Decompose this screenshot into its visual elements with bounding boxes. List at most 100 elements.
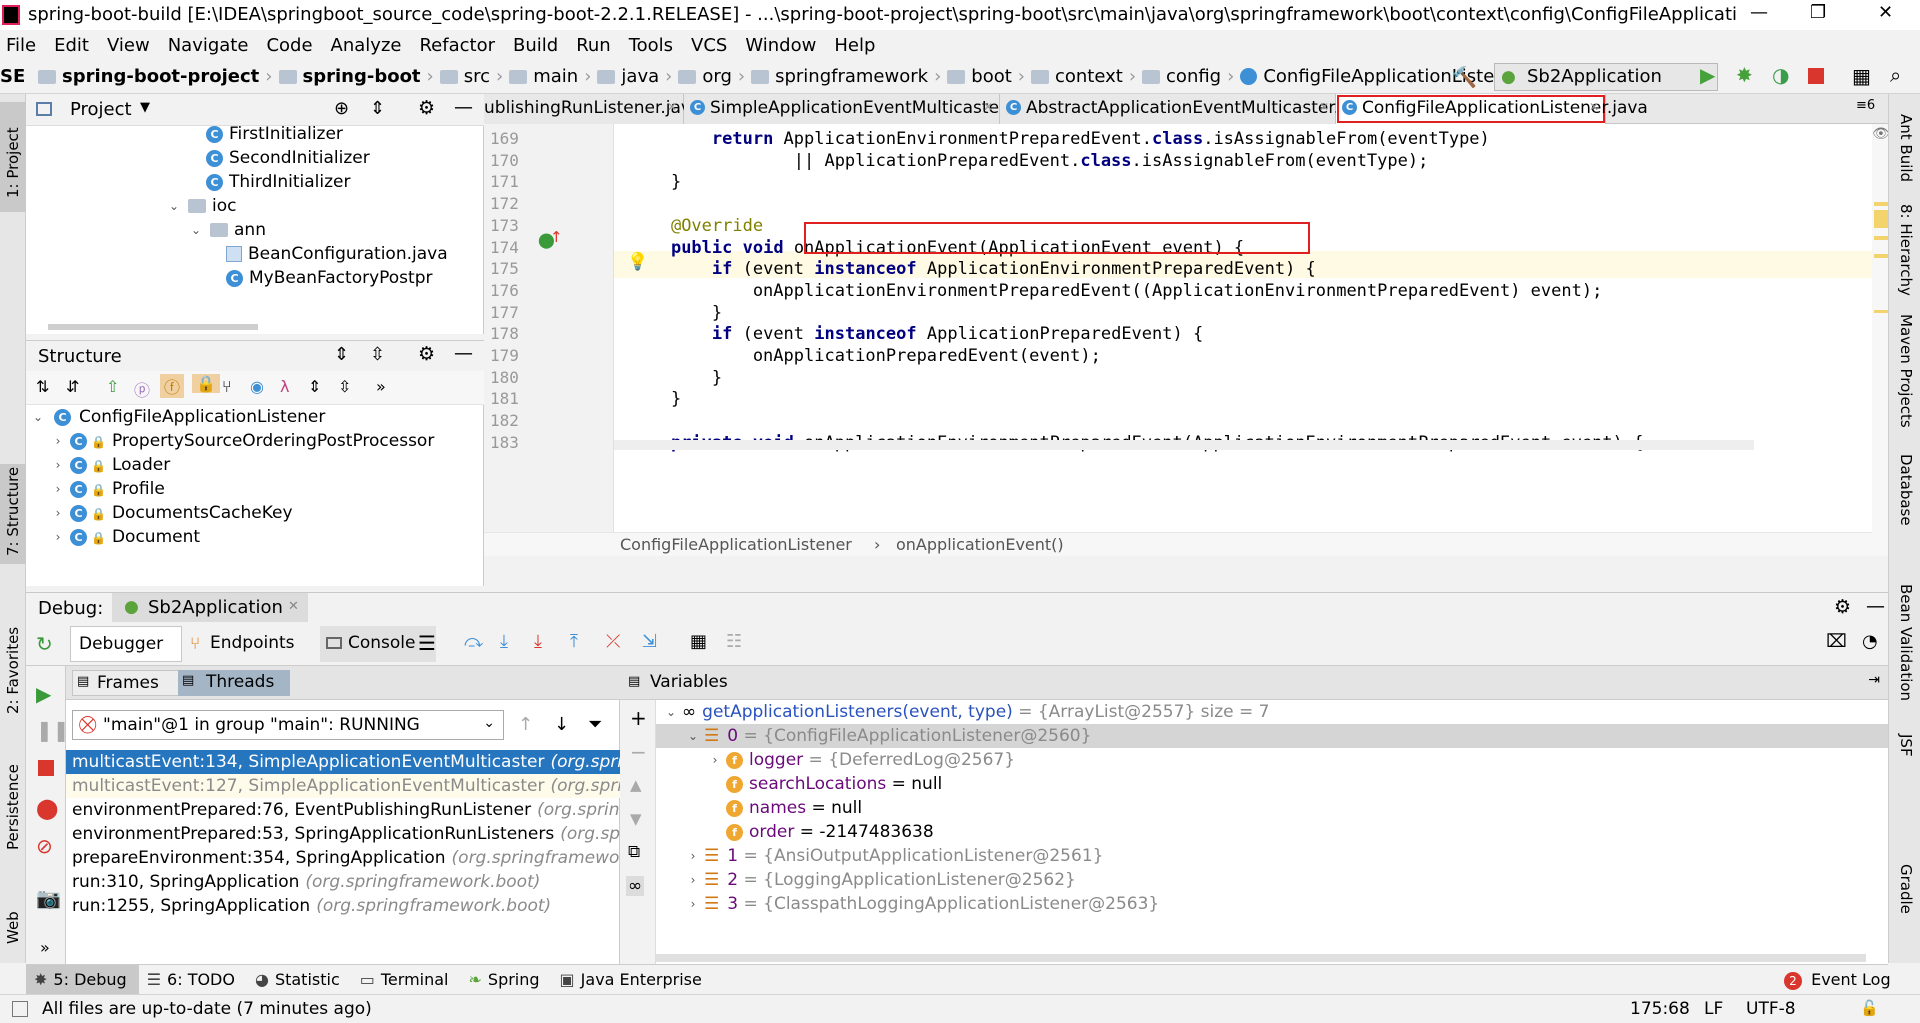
tool-window-database[interactable]: Database (1897, 454, 1915, 526)
tree-item[interactable]: C FirstInitializer (26, 122, 484, 146)
variable-row[interactable]: › ☰ 3 = {ClasspathLoggingApplicationListen… (656, 892, 1888, 916)
chevron-right-icon[interactable]: › (50, 525, 66, 549)
close-icon[interactable]: ✕ (667, 100, 677, 114)
tool-6-todo[interactable]: ☰ 6: TODO (139, 965, 247, 995)
breadcrumb-item[interactable]: spring-boot-project › (38, 66, 273, 87)
resume-icon[interactable]: ▶ (36, 682, 51, 706)
tab-frames[interactable]: ▤ Frames (72, 670, 180, 696)
chevron-down-icon[interactable]: ⌄ (682, 724, 704, 748)
chevron-down-icon[interactable]: ▼ (140, 100, 150, 115)
tool-terminal[interactable]: ▭ Terminal (352, 965, 461, 995)
tool-5-debug[interactable]: ✸ 5: Debug (26, 965, 139, 995)
tree-item[interactable]: ⌄ ioc (26, 194, 484, 218)
structure-item[interactable]: › C 🔒 Loader (26, 453, 484, 477)
build-icon[interactable]: 🔨 (1452, 65, 1477, 89)
camera-icon[interactable]: 📷 (36, 886, 61, 910)
expand-icon[interactable]: ⇕ (308, 377, 321, 396)
tool-window-project[interactable]: 1: Project (0, 102, 26, 212)
tool-window-8-hierarchy[interactable]: 8: Hierarchy (1897, 204, 1915, 296)
gear-icon[interactable]: ⚙ (418, 343, 435, 365)
lightbulb-icon[interactable]: 💡 (627, 252, 648, 272)
project-structure-icon[interactable]: ▦ (1852, 64, 1871, 88)
breadcrumb-item[interactable]: boot › (947, 66, 1025, 87)
menu-view[interactable]: View (107, 35, 150, 56)
close-icon[interactable]: ✕ (983, 100, 993, 114)
structure-root[interactable]: ⌄ C ConfigFileApplicationListener (26, 405, 484, 429)
close-button[interactable]: ✕ (1878, 2, 1893, 23)
collapse-icon[interactable]: ⇕ (370, 98, 385, 119)
fields-icon[interactable]: ⓕ (160, 374, 185, 398)
restore-icon[interactable]: ⇥ (1868, 672, 1880, 688)
close-icon[interactable]: ✕ (288, 599, 299, 614)
chevron-right-icon[interactable]: › (682, 868, 704, 892)
menu-refactor[interactable]: Refactor (419, 35, 495, 56)
variable-row[interactable]: › f logger = {DeferredLog@2567} (656, 748, 1888, 772)
structure-item[interactable]: › C 🔒 Profile (26, 477, 484, 501)
frame-row[interactable]: run:1255, SpringApplication (org.springfr… (66, 894, 620, 918)
anonymous-icon[interactable]: ⑂ (222, 377, 232, 396)
tree-item[interactable]: C MyBeanFactoryPostpr (26, 266, 484, 290)
tool-window-jsf[interactable]: JSF (1897, 734, 1915, 757)
variable-row[interactable]: › ☰ 1 = {AnsiOutputApplicationListener@256… (656, 844, 1888, 868)
properties-icon[interactable]: ⓟ (134, 377, 150, 401)
structure-item[interactable]: › C 🔒 Document (26, 525, 484, 549)
editor-error-stripe[interactable]: 👁 (1872, 124, 1890, 556)
breadcrumb-item[interactable]: context › (1030, 66, 1136, 87)
close-icon[interactable]: ✕ (1589, 100, 1599, 114)
inherited-icon[interactable]: ⇧ (106, 377, 119, 396)
menu-edit[interactable]: Edit (54, 35, 89, 56)
breadcrumb-item[interactable]: org › (678, 66, 745, 87)
more-icon[interactable]: » (40, 938, 50, 957)
chevron-right-icon[interactable]: › (50, 429, 66, 453)
tool-window-gradle[interactable]: Gradle (1897, 864, 1915, 914)
restore-button[interactable]: ❐ (1810, 2, 1826, 23)
tab-overflow-button[interactable]: ≡6 (1856, 98, 1875, 113)
hide-icon[interactable]: — (454, 342, 473, 364)
hide-icon[interactable]: — (454, 96, 473, 118)
line-separator[interactable]: LF (1704, 999, 1723, 1019)
breadcrumb-item[interactable]: spring-boot › (278, 66, 434, 87)
menu-file[interactable]: File (6, 35, 36, 56)
chevron-right-icon[interactable]: › (50, 501, 66, 525)
tool-window-bean-validation[interactable]: Bean Validation (1897, 584, 1915, 701)
show-execution-point-icon[interactable]: ⤼ (464, 631, 483, 652)
restore-layout-icon[interactable]: ⌧ (1826, 631, 1847, 652)
rerun-icon[interactable]: ↻ (36, 632, 53, 656)
minimize-button[interactable]: — (1750, 2, 1768, 23)
crumb-class[interactable]: ConfigFileApplicationListener (620, 535, 852, 554)
sort-alpha-icon[interactable]: ⇵ (66, 377, 79, 396)
menu-icon[interactable]: ☰ (418, 631, 436, 655)
close-icon[interactable]: ✕ (1319, 100, 1329, 114)
file-encoding[interactable]: UTF-8 (1746, 999, 1796, 1019)
editor-tab[interactable]: C SimpleApplicationEventMulticaster.java ✕ (684, 94, 1045, 124)
tool-window-structure[interactable]: 7: Structure (0, 464, 26, 564)
frame-row[interactable]: multicastEvent:134, SimpleApplicationEve… (66, 750, 620, 774)
breadcrumb-item[interactable]: springframework › (751, 66, 941, 87)
frame-row[interactable]: environmentPrepared:76, EventPublishingR… (66, 798, 620, 822)
breadcrumb-item[interactable]: src › (439, 66, 503, 87)
chevron-right-icon[interactable]: › (50, 477, 66, 501)
filter-icon[interactable]: ⏷ (588, 714, 602, 735)
more-icon[interactable]: » (376, 377, 386, 396)
watches-icon[interactable]: ∞ (626, 876, 645, 896)
variable-row[interactable]: › ☰ 2 = {LoggingApplicationListener@2562} (656, 868, 1888, 892)
menu-build[interactable]: Build (513, 35, 558, 56)
editor-tab[interactable]: ublishingRunListener.java ✕ (484, 94, 701, 124)
menu-window[interactable]: Window (745, 35, 816, 56)
structure-item[interactable]: › C 🔒 DocumentsCacheKey (26, 501, 484, 525)
drop-frame-icon[interactable]: ⤫ (606, 631, 620, 652)
menu-code[interactable]: Code (266, 35, 312, 56)
tree-item[interactable]: C SecondInitializer (26, 146, 484, 170)
chevron-right-icon[interactable]: › (704, 748, 726, 772)
frame-row[interactable]: multicastEvent:127, SimpleApplicationEve… (66, 774, 620, 798)
status-toggle-icon[interactable] (12, 1001, 28, 1017)
variable-row[interactable]: f order = -2147483638 (656, 820, 1888, 844)
event-log-button[interactable]: 2 Event Log (1784, 970, 1891, 990)
editor-tab[interactable]: C AbstractApplicationEventMulticaster.jav… (1000, 94, 1375, 124)
chevron-down-icon[interactable]: ⌄ (166, 194, 182, 218)
breadcrumb-item[interactable]: config › (1142, 66, 1234, 87)
gear-icon[interactable]: ⚙ (1834, 596, 1851, 618)
locate-icon[interactable]: ⊕ (334, 98, 349, 119)
frame-row[interactable]: prepareEnvironment:354, SpringApplicatio… (66, 846, 620, 870)
tab-debugger[interactable]: Debugger (70, 626, 182, 662)
